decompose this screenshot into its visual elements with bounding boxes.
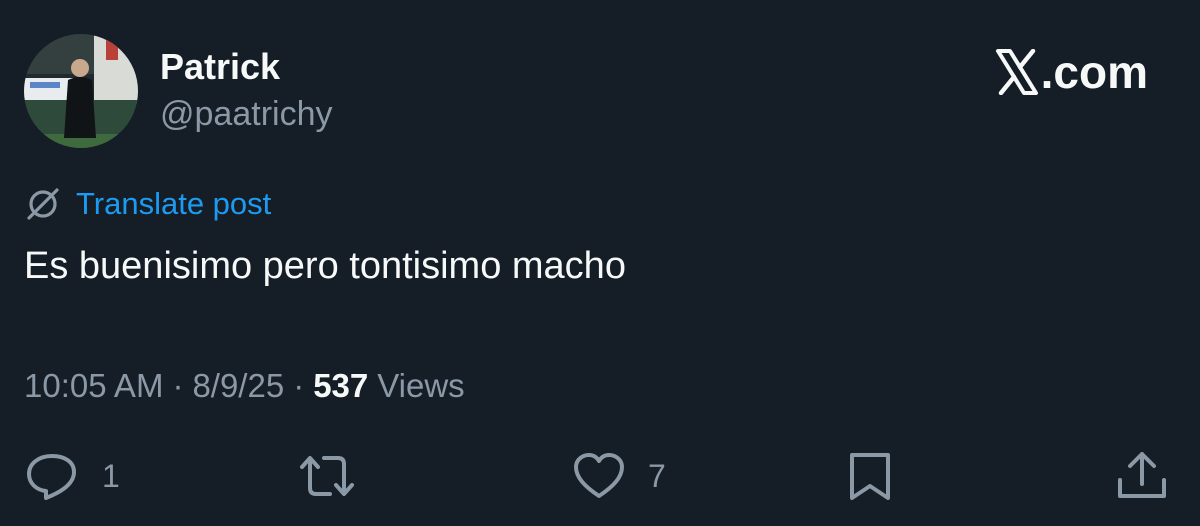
views-count: 537 (313, 367, 369, 404)
avatar-photo (24, 34, 138, 148)
x-logo-icon (995, 49, 1038, 95)
reply-count: 1 (102, 457, 120, 494)
like-count: 7 (648, 457, 666, 494)
share-icon (1118, 452, 1166, 498)
post-text: Es buenisimo pero tontisimo macho (24, 245, 626, 287)
like-button[interactable]: 7 (572, 450, 666, 502)
avatar[interactable] (24, 34, 138, 148)
heart-icon (574, 453, 624, 498)
bookmark-icon (850, 453, 890, 500)
views-label: Views (377, 367, 465, 404)
translate-post-link[interactable]: Translate post (76, 186, 271, 222)
post-date[interactable]: 8/9/25 (192, 364, 284, 408)
translate-post-row[interactable]: Translate post (24, 182, 271, 226)
meta-separator: · (172, 367, 184, 404)
post-meta: 10:05 AM · 8/9/25 · 537 Views (24, 364, 465, 408)
bookmark-button[interactable] (846, 450, 894, 502)
globe-off-icon (27, 188, 59, 220)
reply-button[interactable]: 1 (24, 450, 120, 502)
repost-icon (300, 456, 354, 496)
author-handle[interactable]: @paatrichy (160, 93, 332, 135)
share-button[interactable] (1114, 450, 1170, 502)
author-display-name[interactable]: Patrick (160, 46, 280, 88)
brand-domain: .com (1040, 46, 1148, 98)
post-time[interactable]: 10:05 AM (24, 364, 163, 408)
meta-separator: · (293, 367, 305, 404)
reply-icon (27, 454, 76, 500)
repost-button[interactable] (298, 450, 378, 502)
x-brand-logo: .com (995, 44, 1148, 100)
post-card: Patrick @paatrichy .com Translate post E… (0, 0, 1200, 526)
